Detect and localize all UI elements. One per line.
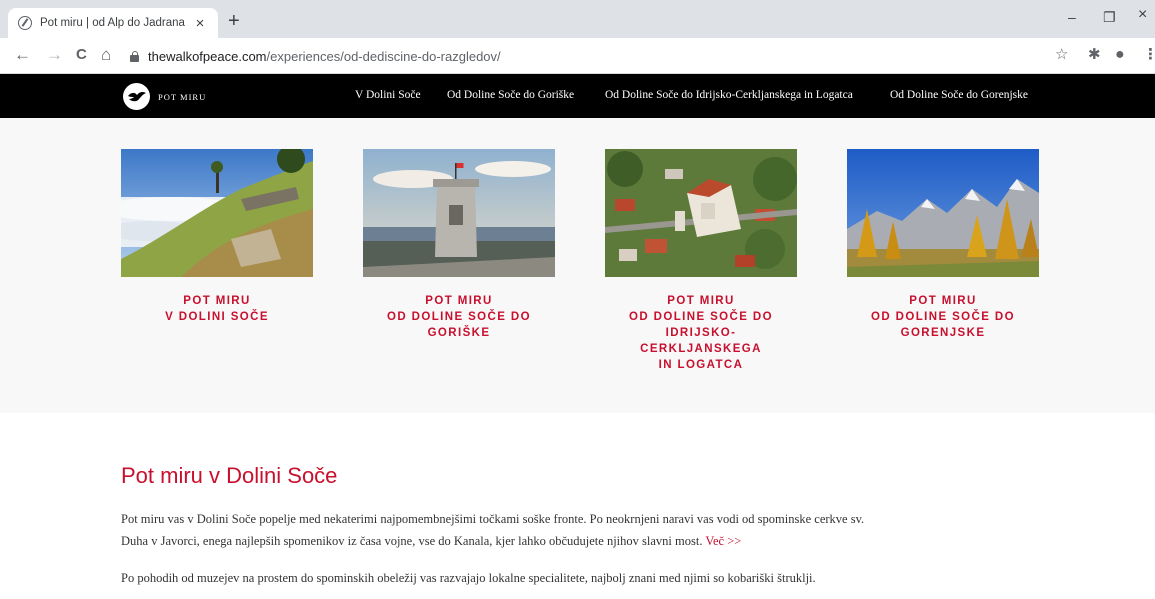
section-title: Pot miru v Dolini Soče: [121, 463, 338, 488]
card-caption-line: OD DOLINE SOČE DO: [387, 311, 531, 323]
browser-menu-icon[interactable]: ⋮: [1143, 46, 1155, 64]
card-image-ridge[interactable]: [121, 149, 313, 277]
card-caption[interactable]: POT MIRU OD DOLINE SOČE DO GORIŠKE: [363, 293, 555, 341]
extensions-icon[interactable]: ✱: [1088, 46, 1101, 64]
experience-card[interactable]: POT MIRU OD DOLINE SOČE DO GORIŠKE: [363, 149, 555, 341]
card-image-tower[interactable]: [363, 149, 555, 277]
card-caption-line: POT MIRU: [909, 295, 977, 307]
card-image-alps[interactable]: [847, 149, 1039, 277]
intro-line: Pot miru vas v Dolini Soče popelje med n…: [121, 512, 865, 526]
dove-icon: [123, 83, 150, 110]
intro-paragraph-2: Po pohodih od muzejev na prostem do spom…: [121, 571, 816, 585]
card-caption-line: OD DOLINE SOČE DO: [871, 311, 1015, 323]
nav-do-goriske[interactable]: Od Doline Soče do Goriške: [447, 89, 574, 101]
card-caption-line: GORENJSKE: [900, 327, 986, 339]
card-caption-line: GORIŠKE: [427, 327, 491, 339]
browser-tabstrip: Pot miru | od Alp do Jadrana × + – ❐ ×: [0, 0, 1155, 38]
profile-icon[interactable]: ●: [1115, 46, 1125, 64]
card-caption-line: V DOLINI SOČE: [165, 311, 269, 323]
card-caption-line: POT MIRU: [425, 295, 493, 307]
card-image-castle-town[interactable]: [605, 149, 797, 277]
read-more-link[interactable]: Več >>: [705, 534, 741, 548]
browser-toolbar: ← → C ⌂ thewalkofpeace.com/experiences/o…: [0, 38, 1155, 74]
minimize-button[interactable]: –: [1068, 10, 1076, 24]
nav-do-gorenjske[interactable]: Od Doline Soče do Gorenjske: [890, 89, 1028, 101]
experience-card[interactable]: POT MIRU OD DOLINE SOČE DO GORENJSKE: [847, 149, 1039, 341]
url-domain: thewalkofpeace.com: [148, 48, 267, 64]
intro-paragraph: Pot miru vas v Dolini Soče popelje med n…: [121, 508, 864, 552]
experience-card[interactable]: POT MIRU V DOLINI SOČE: [121, 149, 313, 325]
reload-button[interactable]: C: [76, 46, 87, 64]
lock-icon[interactable]: [130, 50, 139, 62]
tab-title: Pot miru | od Alp do Jadrana: [40, 17, 185, 29]
experiences-grid: POT MIRU V DOLINI SOČE POT MIRU OD DOLIN…: [0, 118, 1155, 413]
site-logo[interactable]: POT MIRU: [123, 83, 206, 110]
globe-icon: [18, 16, 32, 30]
nav-v-dolini-soce[interactable]: V Dolini Soče: [355, 89, 421, 101]
browser-tab[interactable]: Pot miru | od Alp do Jadrana ×: [8, 8, 218, 38]
bookmark-star-icon[interactable]: ☆: [1055, 46, 1068, 64]
logo-text: POT MIRU: [158, 91, 207, 102]
home-button[interactable]: ⌂: [101, 46, 111, 64]
address-bar[interactable]: thewalkofpeace.com/experiences/od-dedisc…: [130, 43, 1065, 69]
new-tab-button[interactable]: +: [228, 11, 240, 31]
tab-close-icon[interactable]: ×: [192, 16, 208, 31]
site-header: POT MIRU V Dolini Soče Od Doline Soče do…: [0, 74, 1155, 118]
nav-do-idrijsko-cerkljanskega[interactable]: Od Doline Soče do Idrijsko-Cerkljanskega…: [605, 89, 853, 101]
dove-shape: [127, 91, 146, 101]
card-caption-line: IN LOGATCA: [658, 359, 744, 371]
back-button[interactable]: ←: [14, 46, 31, 64]
card-caption[interactable]: POT MIRU OD DOLINE SOČE DO GORENJSKE: [847, 293, 1039, 341]
url-text: thewalkofpeace.com/experiences/od-dedisc…: [148, 49, 501, 64]
restore-button[interactable]: ❐: [1103, 10, 1116, 24]
card-caption-line: POT MIRU: [667, 295, 735, 307]
url-path: /experiences/od-dediscine-do-razgledov/: [266, 48, 501, 64]
card-caption-line: IDRIJSKO-CERKLJANSKEGA: [640, 327, 762, 355]
experience-card[interactable]: POT MIRU OD DOLINE SOČE DO IDRIJSKO-CERK…: [605, 149, 797, 373]
card-caption-line: POT MIRU: [183, 295, 251, 307]
card-caption[interactable]: POT MIRU OD DOLINE SOČE DO IDRIJSKO-CERK…: [605, 293, 797, 373]
intro-line: Duha v Javorci, enega najlepših spomenik…: [121, 534, 703, 548]
window-close-button[interactable]: ×: [1138, 7, 1147, 23]
card-caption-line: OD DOLINE SOČE DO: [629, 311, 773, 323]
forward-button[interactable]: →: [46, 46, 63, 64]
card-caption[interactable]: POT MIRU V DOLINI SOČE: [121, 293, 313, 325]
